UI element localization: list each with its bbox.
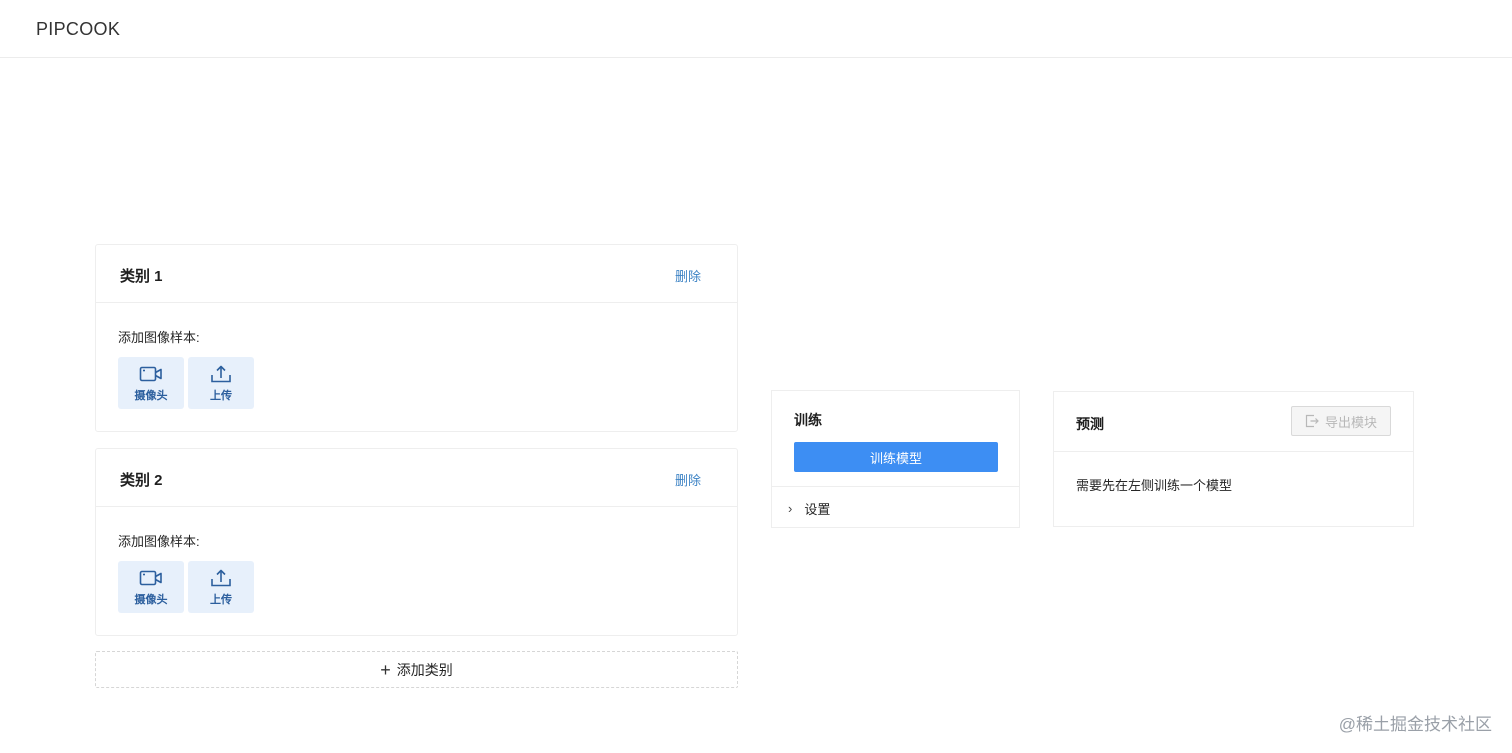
- camera-button-label: 摄像头: [134, 390, 168, 402]
- category-title: 类别 2: [120, 472, 163, 489]
- upload-button[interactable]: 上传: [188, 357, 254, 409]
- upload-button[interactable]: 上传: [188, 561, 254, 613]
- category-card-body: 添加图像样本: 摄像头 上传: [96, 303, 737, 431]
- upload-icon: [211, 365, 231, 383]
- delete-category-button[interactable]: 删除: [675, 470, 701, 489]
- category-card-header: 类别 1 删除: [96, 245, 737, 303]
- export-module-label: 导出模块: [1324, 414, 1377, 430]
- export-module-button[interactable]: 导出模块: [1291, 406, 1391, 436]
- chevron-right-icon: ›: [788, 501, 793, 516]
- video-camera-icon: [139, 570, 162, 586]
- category-card-1: 类别 1 删除 添加图像样本: 摄像头 上传: [95, 244, 738, 432]
- app-header: PIPCOOK: [0, 0, 1512, 58]
- predict-card: 预测 导出模块 需要先在左侧训练一个模型: [1053, 391, 1414, 527]
- category-card-header: 类别 2 删除: [96, 449, 737, 507]
- add-category-button[interactable]: + 添加类别: [95, 651, 738, 688]
- predict-card-header: 预测 导出模块: [1054, 392, 1413, 452]
- category-card-2: 类别 2 删除 添加图像样本: 摄像头 上传: [95, 448, 738, 636]
- plus-icon: +: [380, 659, 391, 680]
- export-icon: [1305, 414, 1319, 428]
- upload-icon: [211, 569, 231, 587]
- divider: [772, 486, 1019, 487]
- delete-category-button[interactable]: 删除: [675, 266, 701, 285]
- app-title: PIPCOOK: [36, 19, 121, 39]
- category-title: 类别 1: [120, 268, 163, 285]
- add-sample-label: 添加图像样本:: [118, 330, 200, 345]
- predict-hint: 需要先在左侧训练一个模型: [1076, 478, 1233, 493]
- upload-button-label: 上传: [210, 390, 232, 402]
- upload-button-label: 上传: [210, 594, 232, 606]
- train-title: 训练: [794, 412, 822, 428]
- add-sample-label: 添加图像样本:: [118, 534, 200, 549]
- camera-button[interactable]: 摄像头: [118, 357, 184, 409]
- settings-toggle[interactable]: › 设置: [788, 499, 830, 518]
- train-model-button[interactable]: 训练模型: [794, 442, 998, 472]
- settings-label: 设置: [804, 502, 831, 517]
- video-camera-icon: [139, 366, 162, 382]
- predict-title: 预测: [1076, 416, 1104, 432]
- watermark: @稀土掘金技术社区: [1338, 715, 1492, 734]
- camera-button[interactable]: 摄像头: [118, 561, 184, 613]
- category-card-body: 添加图像样本: 摄像头 上传: [96, 507, 737, 635]
- train-card: 训练 训练模型 › 设置: [771, 390, 1020, 528]
- add-category-label: 添加类别: [396, 661, 453, 678]
- camera-button-label: 摄像头: [134, 594, 168, 606]
